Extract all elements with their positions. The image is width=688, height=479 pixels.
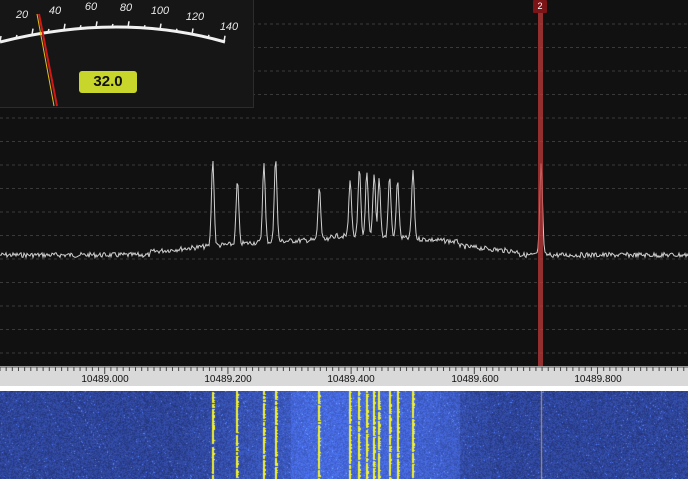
waterfall-display[interactable] <box>0 391 688 479</box>
freq-label-10489200: 10489.200 <box>204 374 252 385</box>
meter-scale-arc <box>0 25 226 44</box>
meter-value: 32.0 <box>79 71 137 93</box>
freq-label-10489600: 10489.600 <box>451 374 499 385</box>
meter-scale-label: 40 <box>49 5 62 17</box>
marker-tag[interactable]: 2 <box>533 0 547 13</box>
signal-meter: 20 40 60 80 100 120 140 32.0 <box>0 0 254 108</box>
frequency-axis[interactable]: 10489.000 10489.200 10489.400 10489.600 … <box>0 366 688 386</box>
freq-label-10489800: 10489.800 <box>574 374 622 385</box>
marker-line[interactable] <box>538 0 543 366</box>
meter-scale-label: 100 <box>151 5 170 17</box>
meter-scale-label: 60 <box>85 1 98 13</box>
freq-label-10489400: 10489.400 <box>327 374 375 385</box>
freq-label-10489000: 10489.000 <box>81 374 129 385</box>
meter-needle <box>38 13 58 107</box>
meter-scale-label: 140 <box>220 21 239 33</box>
meter-scale-label: 80 <box>120 2 133 14</box>
meter-scale-label: 20 <box>15 9 29 21</box>
meter-needle-peak <box>36 13 55 107</box>
meter-scale-label: 120 <box>186 11 205 23</box>
